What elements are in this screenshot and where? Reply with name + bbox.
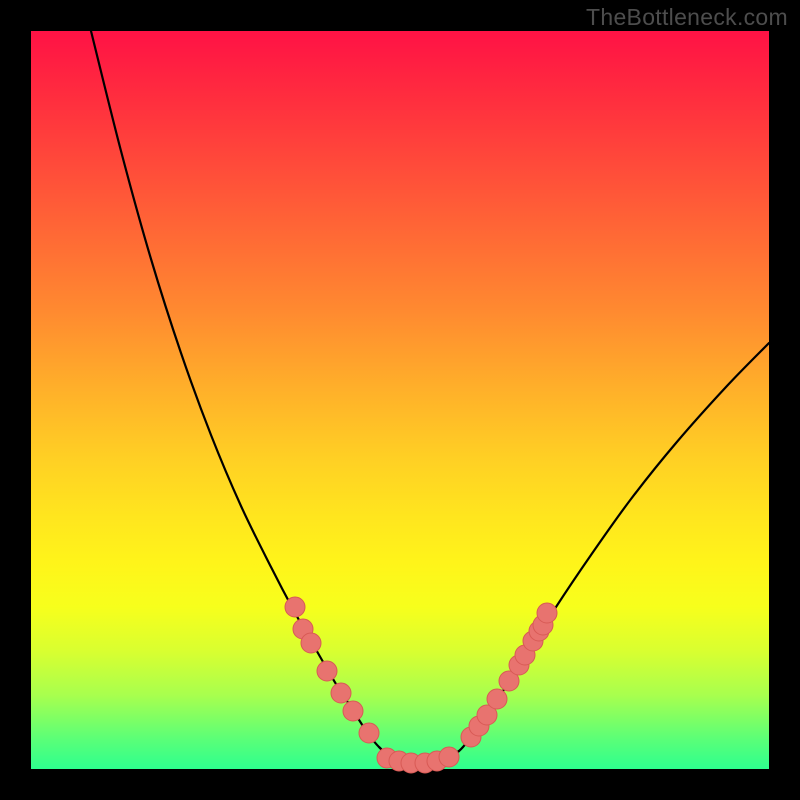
data-marker	[343, 701, 363, 721]
data-marker	[285, 597, 305, 617]
data-marker	[301, 633, 321, 653]
data-marker	[317, 661, 337, 681]
curve-layer	[91, 31, 769, 764]
chart-svg	[31, 31, 769, 769]
outer-frame: TheBottleneck.com	[0, 0, 800, 800]
curve-left-curve	[91, 31, 409, 763]
data-marker	[439, 747, 459, 767]
watermark-label: TheBottleneck.com	[586, 4, 788, 31]
data-marker	[537, 603, 557, 623]
data-marker	[487, 689, 507, 709]
marker-layer	[285, 597, 557, 773]
data-marker	[331, 683, 351, 703]
data-marker	[359, 723, 379, 743]
